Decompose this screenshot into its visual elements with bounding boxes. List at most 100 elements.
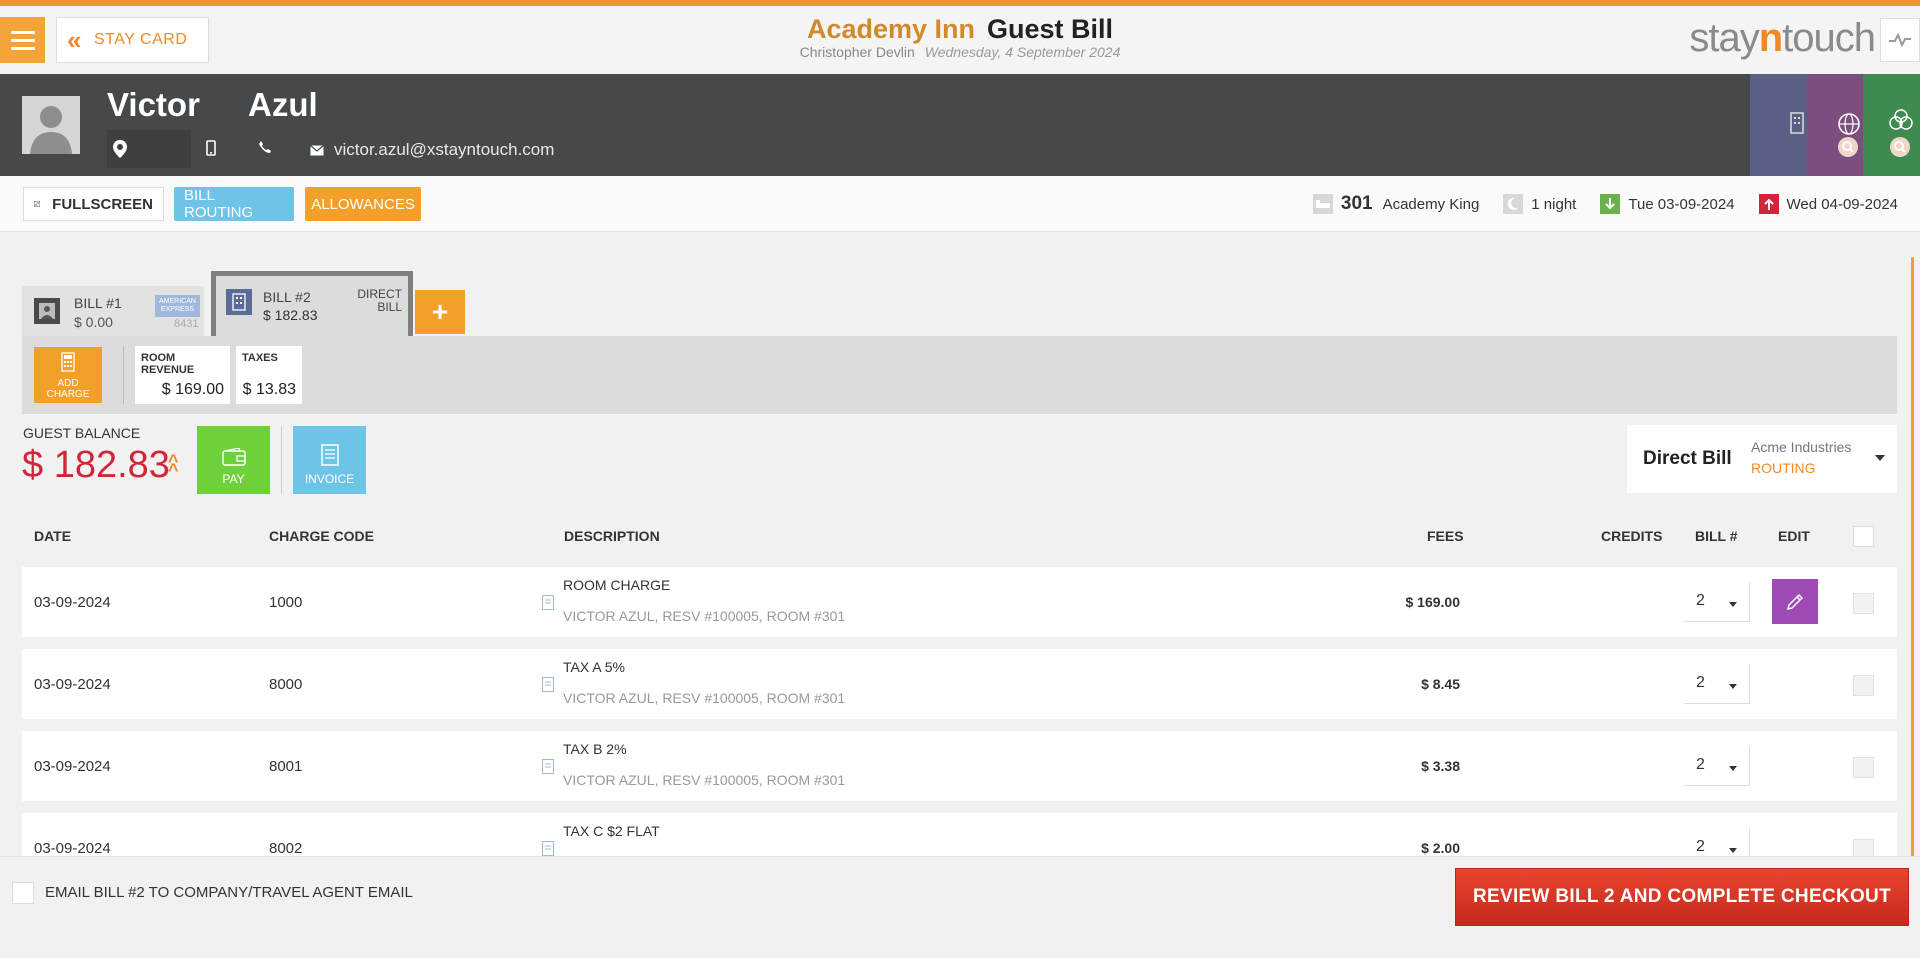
- invoice-icon: [320, 444, 339, 466]
- departure-date: Wed 04-09-2024: [1786, 195, 1898, 213]
- building-icon: [1790, 112, 1804, 134]
- row-checkbox[interactable]: [1853, 593, 1874, 614]
- departure-arrow-icon: [1758, 194, 1779, 214]
- user-name: Christopher Devlin: [799, 44, 915, 60]
- double-chevron-up-icon[interactable]: ^ ^: [168, 452, 179, 479]
- app-header: « STAY CARD Academy Inn Guest Bill Christ…: [0, 6, 1920, 74]
- bill-toolbar: FULLSCREEN BILL ROUTING ALLOWANCES 301 A…: [0, 176, 1920, 232]
- bill-number-select[interactable]: 2: [1684, 664, 1750, 704]
- bill-2-name: BILL #2: [263, 289, 311, 305]
- email-icon: [310, 143, 324, 161]
- bill-routing-button[interactable]: BILL ROUTING: [174, 187, 294, 221]
- row-checkbox[interactable]: [1853, 757, 1874, 778]
- add-bill-button[interactable]: +: [415, 290, 465, 334]
- email-bill-checkbox[interactable]: [12, 882, 34, 904]
- invoice-button[interactable]: INVOICE: [293, 426, 366, 494]
- fullscreen-button[interactable]: FULLSCREEN: [23, 187, 164, 221]
- table-row[interactable]: 03-09-2024 8000 TAX A 5% VICTOR AZUL, RE…: [22, 649, 1897, 719]
- routing-label: ROUTING: [1751, 460, 1816, 476]
- bill-number-select[interactable]: 2: [1684, 746, 1750, 786]
- scrollbar[interactable]: [1911, 257, 1914, 857]
- search-badge-icon: [1837, 137, 1858, 157]
- globe-icon: [1837, 113, 1860, 135]
- table-row[interactable]: 03-09-2024 8001 TAX B 2% VICTOR AZUL, RE…: [22, 731, 1897, 801]
- document-icon: [542, 595, 554, 610]
- guest-balance-amount: $ 182.83: [22, 444, 170, 486]
- bill-1-name: BILL #1: [74, 295, 122, 311]
- page-title: Academy Inn Guest Bill: [0, 14, 1920, 45]
- col-credits: CREDITS: [1601, 528, 1663, 544]
- guest-avatar: [22, 96, 80, 154]
- pencil-icon: [1786, 593, 1804, 610]
- wallet-icon: [221, 448, 246, 466]
- hotel-name: Academy Inn: [806, 14, 976, 44]
- complete-checkout-button[interactable]: REVIEW BILL 2 AND COMPLETE CHECKOUT: [1455, 868, 1909, 926]
- guest-last-name: Azul: [248, 86, 318, 123]
- bill-1-amount: $ 0.00: [74, 314, 113, 330]
- address-field[interactable]: [107, 130, 191, 168]
- page-name: Guest Bill: [987, 14, 1114, 44]
- bill-number-select[interactable]: 2: [1684, 582, 1750, 622]
- direct-bill-selector[interactable]: Direct Bill Acme Industries ROUTING: [1627, 425, 1897, 493]
- search-badge-icon: [1890, 137, 1911, 157]
- guest-icon: [34, 298, 60, 324]
- caret-down-icon: [1875, 455, 1885, 461]
- calculator-icon: [61, 352, 75, 372]
- bed-icon: [1312, 194, 1333, 214]
- group-icon: [1889, 109, 1914, 130]
- guest-email[interactable]: victor.azul@xstayntouch.com: [334, 140, 554, 160]
- moon-icon: [1503, 194, 1524, 214]
- activity-button[interactable]: [1880, 18, 1920, 62]
- pay-button[interactable]: PAY: [197, 426, 270, 494]
- arrival-date: Tue 03-09-2024: [1628, 195, 1735, 213]
- location-pin-icon: [113, 140, 127, 158]
- company-card-tile[interactable]: [1750, 74, 1807, 176]
- user-silhouette-icon: [22, 96, 80, 154]
- edit-button[interactable]: [1772, 579, 1818, 624]
- document-icon: [542, 841, 554, 856]
- col-bill-number: BILL #: [1695, 528, 1738, 544]
- bill-2-type: DIRECT BILL: [357, 287, 402, 314]
- header-subtitle: Christopher Devlin Wednesday, 4 September…: [0, 44, 1920, 60]
- select-all-checkbox[interactable]: [1853, 526, 1874, 547]
- nights-count: 1 night: [1531, 195, 1577, 213]
- bill-tab-2[interactable]: BILL #2 $ 182.83 DIRECT BILL: [211, 271, 413, 341]
- row-checkbox[interactable]: [1853, 675, 1874, 696]
- document-icon: [542, 759, 554, 774]
- table-row[interactable]: 03-09-2024 1000 ROOM CHARGE VICTOR AZUL,…: [22, 567, 1897, 637]
- col-date: DATE: [34, 528, 72, 544]
- mobile-phone-icon: [206, 140, 216, 156]
- building-icon: [226, 289, 252, 315]
- col-fees: FEES: [1427, 528, 1464, 544]
- stayntouch-logo: stayntouch: [1689, 16, 1876, 60]
- group-tile[interactable]: [1863, 74, 1920, 176]
- room-type: Academy King: [1382, 195, 1480, 213]
- phone-icon: [259, 141, 271, 153]
- bill-tab-1[interactable]: BILL #1 $ 0.00 AMERICAN EXPRESS 8431: [22, 286, 204, 336]
- arrival-arrow-icon: [1600, 194, 1621, 214]
- room-number: 301: [1340, 193, 1373, 214]
- bill-2-amount: $ 182.83: [263, 307, 318, 323]
- business-date: Wednesday, 4 September 2024: [924, 44, 1121, 60]
- email-bill-label: EMAIL BILL #2 TO COMPANY/TRAVEL AGENT EM…: [45, 884, 413, 901]
- allowances-button[interactable]: ALLOWANCES: [305, 187, 421, 221]
- amex-card-icon: AMERICAN EXPRESS: [155, 295, 200, 317]
- col-charge-code: CHARGE CODE: [269, 528, 375, 544]
- col-edit: EDIT: [1778, 528, 1810, 544]
- expand-icon: [34, 201, 41, 207]
- travel-agent-tile[interactable]: [1806, 74, 1864, 176]
- add-charge-button[interactable]: ADD CHARGE: [34, 347, 102, 403]
- document-icon: [542, 677, 554, 692]
- card-last-four: 8431: [174, 318, 199, 330]
- phone-button[interactable]: [258, 140, 272, 159]
- col-description: DESCRIPTION: [564, 528, 660, 544]
- category-taxes[interactable]: TAXES $ 13.83: [236, 346, 302, 404]
- guest-balance-label: GUEST BALANCE: [23, 425, 141, 441]
- charge-summary-strip: ADD CHARGE ROOM REVENUE $ 169.00 TAXES $…: [22, 336, 1897, 414]
- mobile-phone-button[interactable]: [206, 140, 216, 161]
- stay-summary: 301 Academy King 1 night Tue 03-09-2024 …: [1289, 193, 1898, 215]
- guest-info-band: Victor Azul victor.azul@xstayntouch.com: [0, 74, 1920, 176]
- category-room-revenue[interactable]: ROOM REVENUE $ 169.00: [135, 346, 230, 404]
- checkout-footer: EMAIL BILL #2 TO COMPANY/TRAVEL AGENT EM…: [0, 856, 1920, 958]
- side-tiles: [1750, 74, 1920, 176]
